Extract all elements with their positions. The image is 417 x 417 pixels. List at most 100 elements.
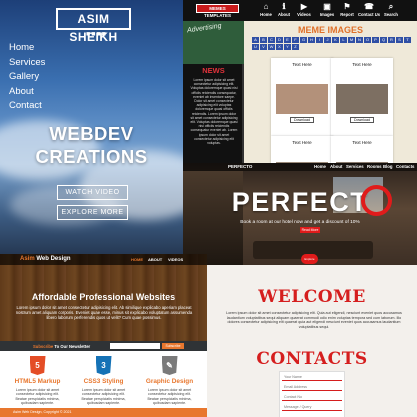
- letter-filter-z[interactable]: Z: [292, 44, 299, 50]
- hero-line: WEBDEV: [49, 123, 134, 144]
- letter-filter-k[interactable]: K: [332, 37, 339, 43]
- perfecto-brand[interactable]: PERFECTO: [228, 164, 252, 169]
- subscribe-button[interactable]: Subscribe: [162, 343, 184, 349]
- letter-filter-f[interactable]: F: [292, 37, 299, 43]
- letter-filter-t[interactable]: T: [404, 37, 411, 43]
- contacts-heading: CONTACTS: [256, 349, 368, 369]
- meme-nav-label: Search: [384, 12, 398, 17]
- meme-nav-label: Videos: [297, 12, 311, 17]
- message-field[interactable]: Message / Query: [282, 404, 342, 411]
- newsletter-accent: Subscribe: [33, 344, 54, 349]
- site-logo[interactable]: ASIM SHEIKH: [56, 8, 131, 44]
- email-field[interactable]: Email Address: [282, 384, 342, 391]
- perfecto-nav-blog[interactable]: Blog: [383, 164, 393, 169]
- news-panel: NEWS Lorem ipsum dolor sit amet consecte…: [183, 64, 244, 163]
- meme-card-image[interactable]: [336, 84, 388, 114]
- letter-filter-i[interactable]: I: [316, 37, 323, 43]
- nav-item-contact[interactable]: Contact: [9, 99, 45, 114]
- welcome-text: Lorem ipsum dolor sit amet consectetur a…: [226, 311, 402, 329]
- letter-filter-v[interactable]: V: [260, 44, 267, 50]
- perfecto-nav-about[interactable]: About: [330, 164, 342, 169]
- newsletter-email-input[interactable]: [110, 343, 160, 349]
- perfecto-nav-contacts[interactable]: Contacts: [396, 164, 414, 169]
- letter-filter-d[interactable]: D: [276, 37, 283, 43]
- perfecto-nav-home[interactable]: Home: [314, 164, 326, 169]
- letter-filter-y[interactable]: Y: [284, 44, 291, 50]
- logo-ring-o: [361, 185, 392, 216]
- newsletter-bar: Subscribe To Our Newsletter Subscribe: [0, 341, 207, 351]
- letter-filter-h[interactable]: H: [308, 37, 315, 43]
- meme-card[interactable]: Text Here Download: [271, 58, 333, 136]
- name-field[interactable]: Your Name: [282, 374, 342, 381]
- alphabet-filter: ABCDEFGHIJKLMNOPQRST UVWXYZ: [252, 37, 412, 50]
- brand-accent: Asim: [20, 256, 35, 262]
- feature-title: Graphic Design: [145, 378, 194, 385]
- watch-video-button[interactable]: WATCH VIDEO: [57, 185, 128, 200]
- letter-filter-n[interactable]: N: [356, 37, 363, 43]
- feature-title: CSS3 Styling: [83, 378, 124, 385]
- feature-description: Lorem ipsum dolor sit amet consectetur a…: [15, 388, 60, 406]
- nav-item-home[interactable]: Home: [9, 41, 45, 56]
- meme-nav-label: Report: [340, 12, 354, 17]
- download-button[interactable]: Download: [350, 117, 374, 123]
- meme-card-title: Text Here: [292, 140, 312, 145]
- hero-line: CREATIONS: [35, 146, 148, 167]
- web-design-brand[interactable]: Asim Web Design: [20, 256, 71, 262]
- letter-filter-c[interactable]: C: [268, 37, 275, 43]
- perfecto-hotel-site: PERFECTO Home About Services Rooms Blog …: [183, 163, 417, 265]
- contact-form: Your Name Email Address Contact No Messa…: [279, 371, 345, 417]
- contact-number-field[interactable]: Contact No: [282, 394, 342, 401]
- hero-title: WEBDEV CREATIONS: [0, 122, 183, 168]
- header-link-videos[interactable]: VIDEOS: [168, 257, 183, 262]
- read-more-button[interactable]: Read More: [300, 227, 320, 233]
- letter-filter-m[interactable]: M: [348, 37, 355, 43]
- meme-card-image[interactable]: [276, 84, 328, 114]
- newsletter-label: Subscribe To Our Newsletter: [33, 344, 90, 349]
- graphic-design-icon: ✎: [161, 356, 178, 375]
- nav-item-about[interactable]: About: [9, 85, 45, 100]
- letter-filter-s[interactable]: S: [396, 37, 403, 43]
- html5-icon: 5: [29, 356, 46, 375]
- feature-title: HTML5 Markup: [14, 378, 61, 385]
- letter-filter-j[interactable]: J: [324, 37, 331, 43]
- meme-card[interactable]: Text HereDownload: [331, 136, 393, 163]
- web-design-footer: Asim Web Design, Copyright © 2021: [0, 408, 207, 417]
- feature-description: Lorem ipsum dolor sit amet consectetur a…: [147, 388, 192, 406]
- nav-item-services[interactable]: Services: [9, 56, 45, 71]
- letter-filter-e[interactable]: E: [284, 37, 291, 43]
- letter-filter-w[interactable]: W: [268, 44, 275, 50]
- meme-card[interactable]: Text HereDownload: [331, 58, 393, 136]
- meme-nav-label: Contact Us: [357, 12, 381, 17]
- welcome-heading: WELCOME: [258, 287, 366, 307]
- explore-more-button[interactable]: EXPLORE MORE: [57, 205, 128, 220]
- letter-filter-u[interactable]: U: [252, 44, 259, 50]
- logo-dots: ■■■■: [86, 31, 107, 38]
- letter-filter-g[interactable]: G: [300, 37, 307, 43]
- welcome-contacts-site: WELCOME Lorem ipsum dolor sit amet conse…: [207, 265, 417, 417]
- meme-images-title: MEME IMAGES: [297, 25, 363, 35]
- header-link-home[interactable]: HOME: [131, 257, 143, 262]
- css3-icon: 3: [95, 356, 112, 375]
- letter-filter-b[interactable]: B: [260, 37, 267, 43]
- letter-filter-o[interactable]: O: [364, 37, 371, 43]
- nav-item-gallery[interactable]: Gallery: [9, 70, 45, 85]
- download-button[interactable]: Download: [290, 117, 314, 123]
- letter-filter-p[interactable]: P: [372, 37, 379, 43]
- meme-card-title: Text Here: [292, 62, 312, 67]
- meme-card[interactable]: Text HereDownload: [271, 136, 333, 163]
- meme-brand-logo[interactable]: MEMES TEMPLATES: [196, 4, 239, 18]
- perfecto-nav-rooms[interactable]: Rooms: [367, 164, 382, 169]
- header-link-about[interactable]: ABOUT: [148, 257, 162, 262]
- newsletter-rest: To Our Newsletter: [53, 344, 91, 349]
- news-title: NEWS: [202, 66, 225, 75]
- feature-description: Lorem ipsum dolor sit amet consectetur a…: [81, 388, 126, 406]
- perfecto-nav-services[interactable]: Services: [346, 164, 364, 169]
- meme-nav-search[interactable]: ⌕ Search: [378, 2, 404, 17]
- letter-filter-x[interactable]: X: [276, 44, 283, 50]
- letter-filter-a[interactable]: A: [252, 37, 259, 43]
- letter-filter-r[interactable]: R: [388, 37, 395, 43]
- chalkboard-label: Advertising: [186, 22, 222, 35]
- letter-filter-q[interactable]: Q: [380, 37, 387, 43]
- letter-filter-l[interactable]: L: [340, 37, 347, 43]
- explore-pill-button[interactable]: Explore: [301, 254, 318, 264]
